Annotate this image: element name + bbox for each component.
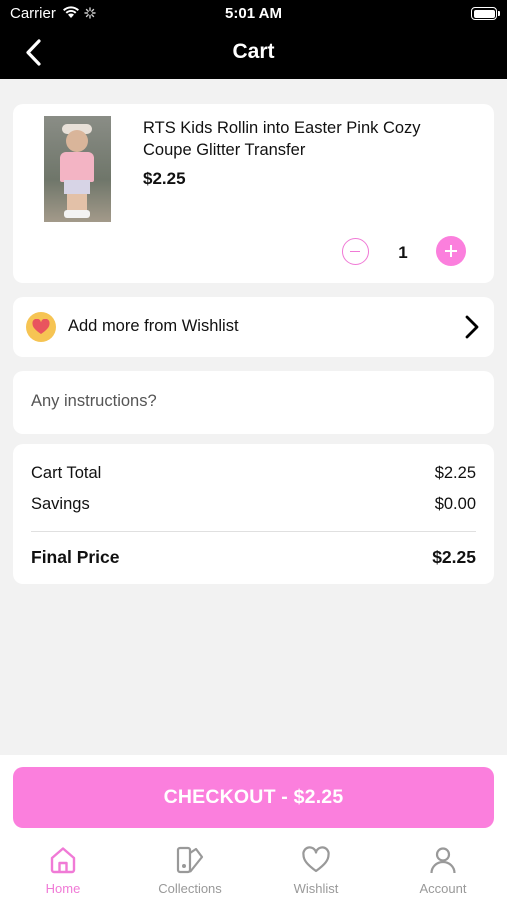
cart-item-card: RTS Kids Rollin into Easter Pink Cozy Co… <box>13 104 494 283</box>
tab-wishlist[interactable]: Wishlist <box>253 840 379 900</box>
product-image[interactable] <box>44 116 111 222</box>
final-price-value: $2.25 <box>432 547 476 567</box>
cart-total-value: $2.25 <box>434 464 476 482</box>
instructions-input[interactable] <box>31 392 471 411</box>
tab-bar: Home Collections Wishlist Account <box>0 840 507 900</box>
savings-row: Savings $0.00 <box>31 495 476 514</box>
home-icon <box>50 847 76 874</box>
tab-wishlist-label: Wishlist <box>293 881 339 896</box>
add-from-wishlist-row[interactable]: Add more from Wishlist <box>13 297 494 357</box>
tab-collections[interactable]: Collections <box>127 840 253 900</box>
final-price-label: Final Price <box>31 547 120 567</box>
checkout-button[interactable]: CHECKOUT - $2.25 <box>13 767 494 828</box>
wishlist-row-label: Add more from Wishlist <box>68 317 239 335</box>
tab-home[interactable]: Home <box>0 840 126 900</box>
status-bar: Carrier 5:01 AM <box>0 0 507 28</box>
tab-collections-label: Collections <box>158 881 222 896</box>
product-price: $2.25 <box>143 169 186 188</box>
instructions-card <box>13 371 494 434</box>
page-title: Cart <box>232 40 275 63</box>
tab-account-label: Account <box>419 881 467 896</box>
navigation-bar: Cart <box>0 28 507 79</box>
cart-total-label: Cart Total <box>31 464 102 482</box>
tab-account[interactable]: Account <box>380 840 506 900</box>
final-price-row: Final Price $2.25 <box>31 547 476 568</box>
chevron-right-icon <box>464 314 480 345</box>
tab-home-label: Home <box>45 881 81 896</box>
heart-icon <box>26 312 56 342</box>
heart-icon <box>302 846 330 873</box>
decrease-quantity-button[interactable] <box>342 238 369 265</box>
product-title[interactable]: RTS Kids Rollin into Easter Pink Cozy Co… <box>143 117 443 161</box>
collections-icon <box>176 846 204 874</box>
quantity-value: 1 <box>398 243 408 262</box>
order-summary-card: Cart Total $2.25 Savings $0.00 Final Pri… <box>13 444 494 584</box>
battery-icon <box>471 7 500 20</box>
divider <box>31 531 476 532</box>
status-time: 5:01 AM <box>225 5 282 22</box>
savings-value: $0.00 <box>434 495 476 513</box>
savings-label: Savings <box>31 495 90 513</box>
increase-quantity-button[interactable] <box>436 236 466 266</box>
cart-total-row: Cart Total $2.25 <box>31 464 476 483</box>
account-icon <box>430 847 456 874</box>
